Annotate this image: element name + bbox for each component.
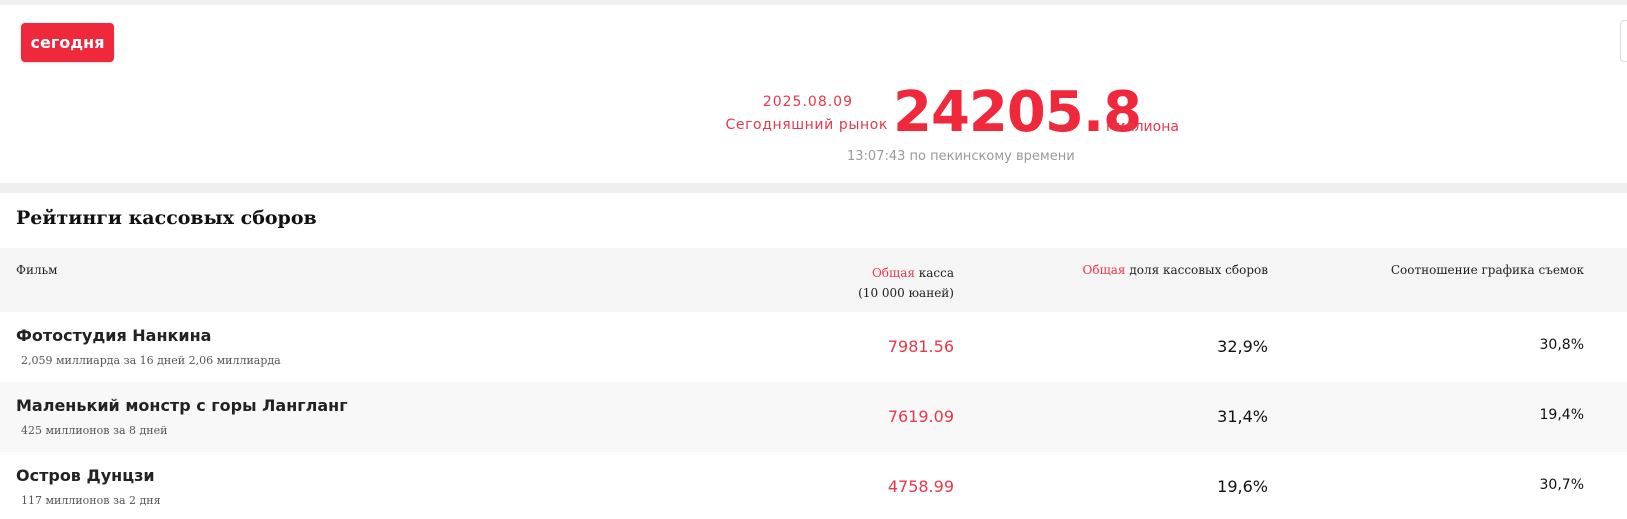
header-total-box-office[interactable]: Общая касса (10 000 юаней): [858, 263, 954, 303]
market-total-value: 24205.8: [893, 80, 1142, 145]
market-unit: миллиона: [1106, 119, 1179, 135]
box-office-share: 31,4%: [1217, 407, 1268, 426]
film-name: Маленький монстр с горы Лангланг: [16, 396, 348, 415]
ranking-table-header: Фильм Общая касса (10 000 юаней) Общая д…: [0, 248, 1627, 312]
table-row[interactable]: Маленький монстр с горы Лангланг 425 мил…: [0, 382, 1627, 452]
market-update-time: 13:07:43 по пекинскому времени: [847, 149, 1075, 164]
top-band: [0, 0, 1627, 5]
screening-ratio: 30,8%: [1539, 337, 1584, 353]
film-name: Остров Дунцзи: [16, 466, 155, 485]
side-tab[interactable]: [1620, 20, 1627, 62]
film-subtitle: 425 миллионов за 8 дней: [21, 424, 168, 437]
header-total-rest: касса: [918, 266, 954, 280]
market-date: 2025.08.09: [762, 94, 853, 110]
box-office-share: 19,6%: [1217, 477, 1268, 496]
screening-ratio: 30,7%: [1539, 477, 1584, 493]
table-row[interactable]: Остров Дунцзи 117 миллионов за 2 дня 475…: [0, 452, 1627, 519]
box-office-page: сегодня 2025.08.09 Сегодняшний рынок 242…: [0, 0, 1627, 519]
total-box-office: 7619.09: [887, 407, 954, 426]
film-subtitle: 2,059 миллиарда за 16 дней 2,06 миллиард…: [21, 354, 281, 367]
total-box-office: 7981.56: [887, 337, 954, 356]
header-film: Фильм: [16, 263, 58, 277]
header-share-accent: Общая: [1082, 263, 1126, 277]
total-box-office: 4758.99: [887, 477, 954, 496]
film-name: Фотостудия Нанкина: [16, 326, 212, 345]
header-box-office-share[interactable]: Общая доля кассовых сборов: [1083, 263, 1268, 277]
header-total-unit: (10 000 юаней): [858, 286, 954, 300]
screening-ratio: 19,4%: [1539, 407, 1584, 423]
table-row[interactable]: Фотостудия Нанкина 2,059 миллиарда за 16…: [0, 312, 1627, 382]
ranking-title: Рейтинги кассовых сборов: [16, 207, 317, 229]
header-share-rest: доля кассовых сборов: [1129, 263, 1268, 277]
section-divider: [0, 183, 1627, 193]
box-office-share: 32,9%: [1217, 337, 1268, 356]
header-total-accent: Общая: [871, 266, 915, 280]
film-subtitle: 117 миллионов за 2 дня: [21, 494, 161, 507]
header-screening-ratio[interactable]: Соотношение графика съемок: [1391, 263, 1584, 277]
market-label: Сегодняшний рынок: [725, 117, 888, 133]
today-button[interactable]: сегодня: [21, 23, 114, 62]
